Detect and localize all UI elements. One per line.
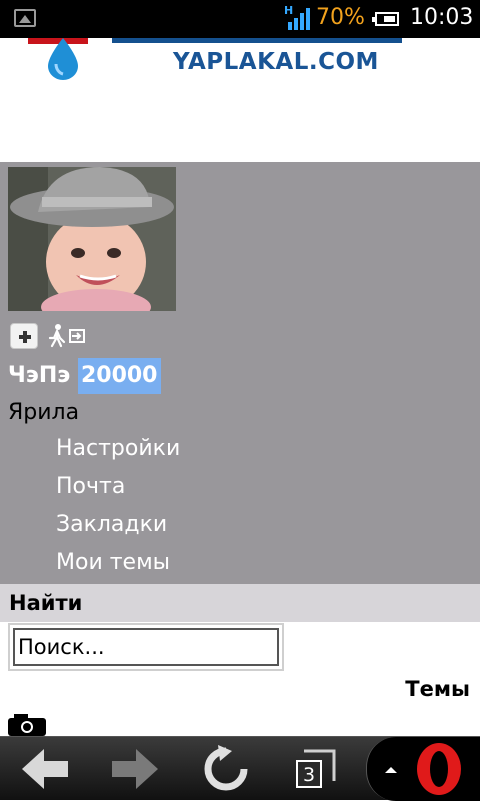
user-points[interactable]: 20000 — [77, 358, 161, 394]
tabs-count[interactable]: 3 — [296, 760, 322, 788]
user-line: ЧэПэ 20000 — [8, 358, 161, 394]
site-header: YAPLAKAL.COM — [0, 38, 480, 162]
user-rank: Ярила — [8, 400, 80, 425]
back-button[interactable] — [8, 737, 88, 801]
menu-item-my-topics[interactable]: Мои темы — [56, 550, 170, 575]
find-title: Найти — [9, 591, 83, 615]
reload-icon — [204, 745, 248, 791]
battery-percent: 70% — [316, 5, 365, 30]
battery-icon — [372, 12, 399, 26]
image-notification-icon — [14, 9, 36, 27]
camera-icon[interactable] — [8, 712, 48, 736]
browser-navbar — [0, 736, 480, 801]
logo-blue-strip — [112, 38, 402, 43]
reload-button[interactable] — [186, 737, 266, 801]
clock: 10:03 — [410, 5, 474, 30]
menu-item-settings[interactable]: Настройки — [56, 436, 180, 461]
search-box — [8, 623, 284, 671]
avatar-baby-image — [8, 167, 176, 311]
topics-heading[interactable]: Темы — [405, 677, 470, 701]
menu-item-mail[interactable]: Почта — [56, 474, 125, 499]
menu-item-bookmarks[interactable]: Закладки — [56, 512, 167, 537]
opera-menu-button[interactable] — [366, 737, 480, 801]
add-button[interactable] — [10, 323, 38, 349]
username[interactable]: ЧэПэ — [8, 363, 70, 388]
find-section-header: Найти — [0, 584, 480, 622]
drop-logo-icon[interactable] — [48, 38, 78, 80]
back-arrow-icon — [22, 749, 68, 789]
exit-icon[interactable] — [48, 324, 86, 348]
signal-icon — [288, 8, 310, 30]
site-logo[interactable]: YAPLAKAL.COM — [173, 49, 379, 75]
avatar[interactable] — [8, 167, 176, 311]
opera-menu-icon — [385, 743, 461, 795]
forward-arrow-icon — [112, 749, 158, 789]
user-profile-panel: ЧэПэ 20000 Ярила Настройки Почта Закладк… — [0, 162, 480, 584]
forward-button[interactable] — [96, 737, 176, 801]
status-bar: H 70% 10:03 — [0, 0, 480, 38]
search-input[interactable] — [13, 628, 279, 666]
